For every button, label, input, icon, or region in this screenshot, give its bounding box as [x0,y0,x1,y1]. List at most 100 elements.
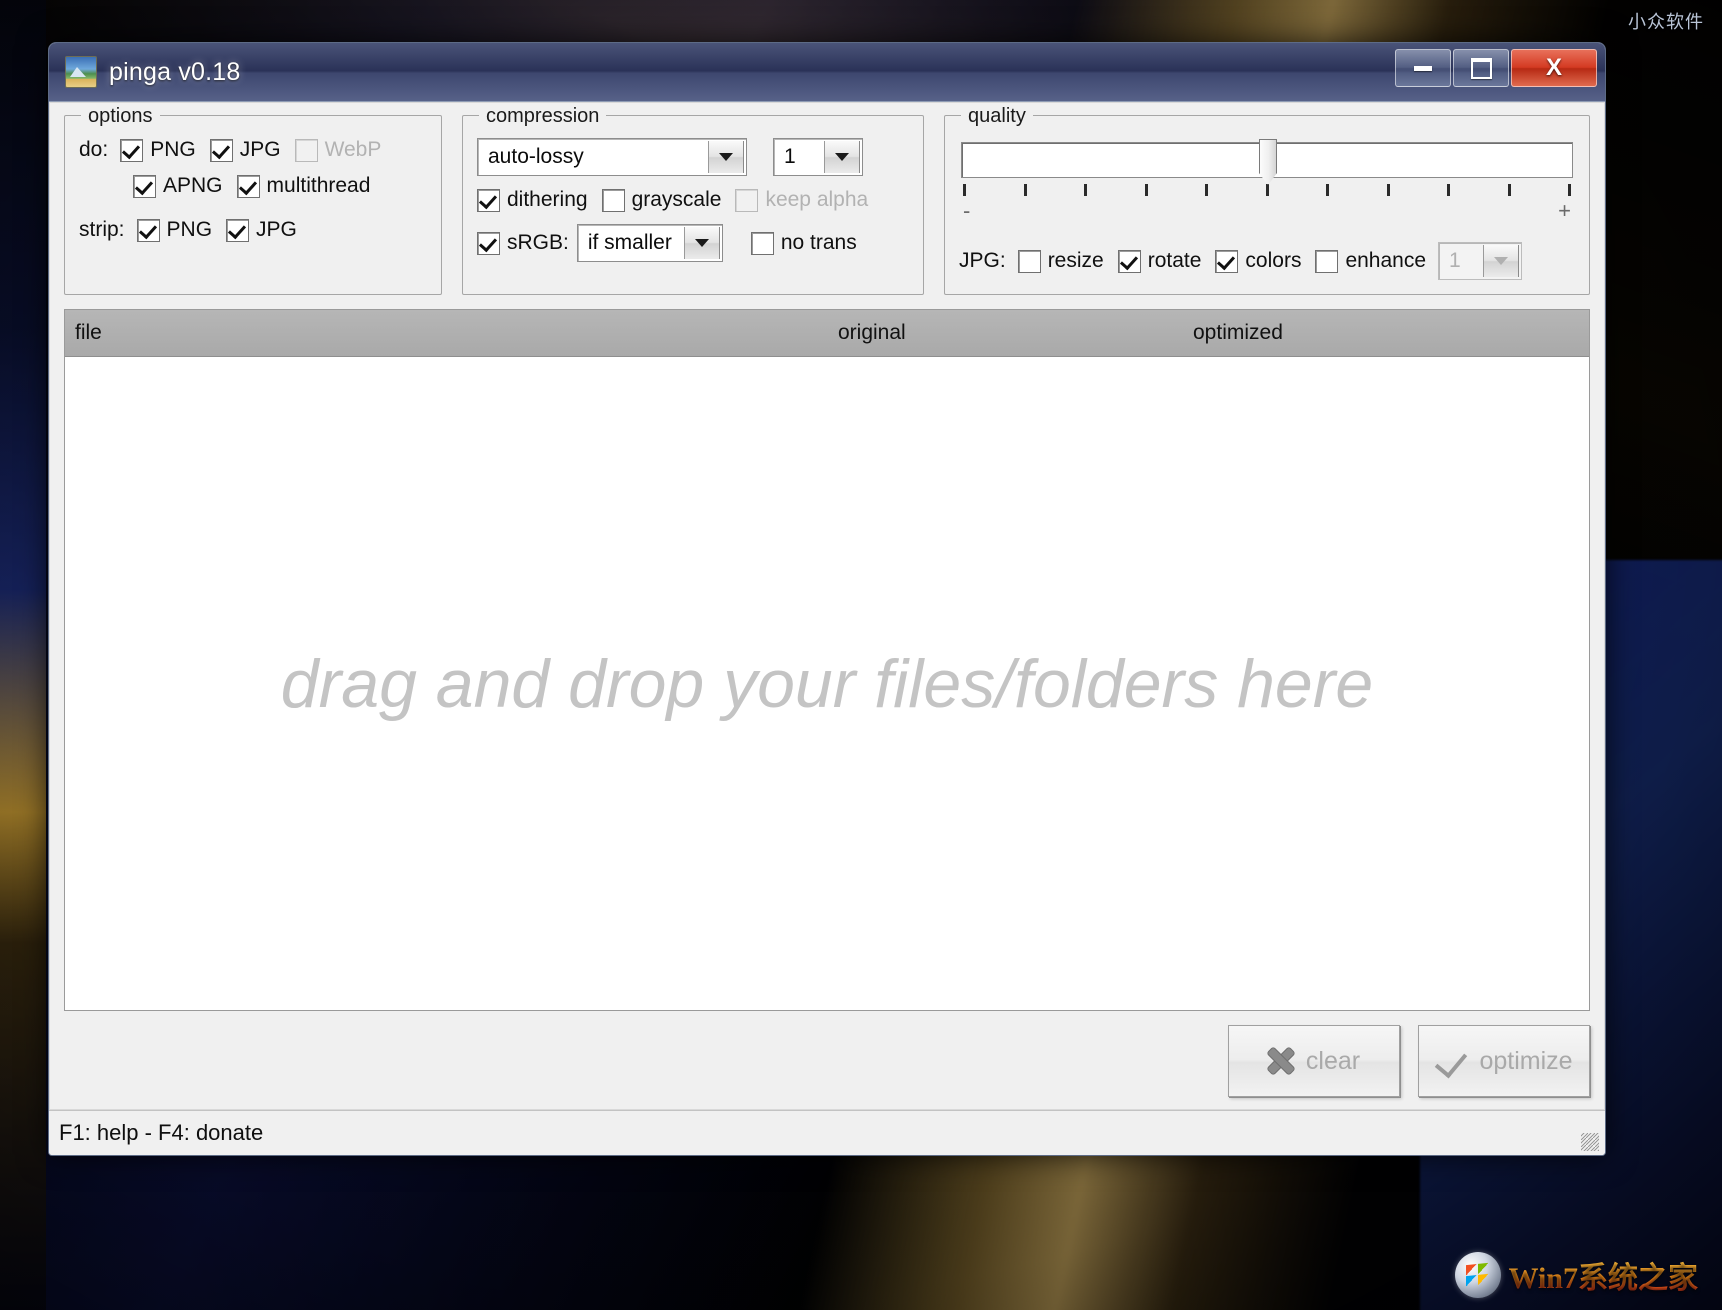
tick [1386,184,1390,196]
srgb-mode-value: if smaller [587,231,672,254]
options-legend: options [81,105,160,128]
optimize-button[interactable]: optimize [1418,1025,1590,1097]
optimize-button-label: optimize [1479,1046,1573,1075]
dropzone-placeholder: drag and drop your files/folders here [280,645,1374,722]
options-do-row-2: APNG multithread [79,174,427,198]
checkbox-label: PNG [166,218,213,241]
checkbox-box [477,231,500,255]
maximize-button[interactable] [1453,49,1509,87]
checkbox-label: keep alpha [765,188,869,211]
chevron-down-icon [1483,245,1520,277]
srgb-mode-select[interactable]: if smaller [576,224,723,262]
checkbox-box [477,188,500,212]
watermark-bottom: Win7系统之家 [1454,1252,1698,1298]
tick [1507,184,1511,196]
tick [1144,184,1148,196]
chevron-down-icon[interactable] [683,227,720,259]
checkbox-colors[interactable]: colors [1215,249,1301,273]
watermark-bottom-text: Win7系统之家 [1509,1253,1698,1297]
options-group: options do: PNG JPG WebP APNG multithrea… [64,105,442,295]
checkbox-enhance[interactable]: enhance [1315,249,1426,273]
chevron-down-icon[interactable] [708,141,744,173]
compression-mode-value: auto-lossy [488,145,584,168]
windows-logo-icon [1454,1252,1501,1298]
checkbox-box [294,138,318,162]
checkbox-box [1017,249,1041,273]
tick [1326,184,1329,196]
window-title: pinga v0.18 [109,57,241,86]
compression-mode-row: auto-lossy 1 [477,138,909,176]
checkbox-label: multithread [266,174,371,197]
checkbox-srgb[interactable]: sRGB: [477,231,569,255]
checkbox-box [209,138,233,162]
checkbox-box [735,188,759,212]
compression-mode-select[interactable]: auto-lossy [477,138,747,176]
tick [1568,184,1571,196]
checkbox-box [1117,249,1141,273]
column-header-file[interactable]: file [75,321,102,345]
checkbox-label: JPG [239,138,281,161]
minimize-button[interactable] [1395,49,1451,87]
checkbox-box [226,218,250,242]
checkbox-label: resize [1047,249,1104,272]
quality-slider[interactable] [961,139,1573,185]
compression-level-spinner[interactable]: 1 [773,138,863,176]
checkbox-label: sRGB: [507,231,569,254]
checkbox-no-trans[interactable]: no trans [750,231,857,255]
checkbox-apng[interactable]: APNG [133,174,223,198]
column-header-original[interactable]: original [838,321,906,345]
minimize-icon [1414,65,1432,71]
clear-button[interactable]: clear [1228,1025,1400,1097]
quality-legend: quality [961,105,1033,128]
checkbox-box [236,174,260,198]
quality-slider-wrap: - + [959,138,1575,224]
options-do-row: do: PNG JPG WebP [79,138,427,162]
status-bar-text: F1: help - F4: donate [59,1120,264,1145]
checkbox-dithering[interactable]: dithering [477,188,588,212]
settings-panels: options do: PNG JPG WebP APNG multithrea… [64,105,1590,295]
compression-flags-row: dithering grayscale keep alpha [477,188,909,212]
file-list[interactable]: file original optimized drag and drop yo… [64,309,1590,1011]
checkbox-label: no trans [780,231,857,254]
window-controls: X [1395,49,1597,87]
checkbox-multithread[interactable]: multithread [236,174,371,198]
tick [1265,184,1269,196]
do-label: do: [79,138,109,161]
checkbox-box [750,231,774,255]
compression-group: compression auto-lossy 1 dithering grays… [462,105,924,295]
titlebar[interactable]: pinga v0.18 X [49,43,1605,102]
checkbox-keep-alpha: keep alpha [735,188,868,212]
checkbox-grayscale[interactable]: grayscale [601,188,722,212]
quality-group: quality - + JPG: resize rotate colors en… [944,105,1590,295]
action-buttons: clear optimize [64,1011,1590,1109]
checkbox-label: PNG [150,138,196,161]
checkbox-resize[interactable]: resize [1017,249,1104,273]
close-button[interactable]: X [1511,49,1597,87]
checkbox-label: grayscale [631,188,722,211]
file-list-dropzone[interactable]: drag and drop your files/folders here [65,357,1589,1010]
checkbox-strip-jpg[interactable]: JPG [226,218,297,242]
compression-srgb-row: sRGB: if smaller no trans [477,224,909,262]
close-icon: X [1545,54,1562,81]
resize-grip[interactable] [1581,1133,1599,1151]
checkbox-label: JPG [256,218,297,241]
quality-slider-range-labels: - + [961,196,1573,224]
strip-label: strip: [79,218,125,241]
checkbox-do-jpg[interactable]: JPG [209,138,281,162]
file-list-header: file original optimized [65,310,1589,357]
options-strip-row: strip: PNG JPG [79,218,427,242]
checkbox-box [601,188,625,212]
checkbox-box [120,138,144,162]
checkbox-do-png[interactable]: PNG [120,138,196,162]
checkbox-label: colors [1245,249,1302,272]
checkbox-do-webp: WebP [294,138,381,162]
compression-level-value: 1 [784,145,796,168]
compression-legend: compression [479,105,607,128]
column-header-optimized[interactable]: optimized [1193,321,1283,345]
tick [1205,184,1208,196]
checkbox-strip-png[interactable]: PNG [136,218,213,242]
jpg-label: JPG: [959,249,1006,272]
chevron-down-icon[interactable] [824,141,860,173]
tick [1084,184,1087,196]
checkbox-rotate[interactable]: rotate [1117,249,1201,273]
